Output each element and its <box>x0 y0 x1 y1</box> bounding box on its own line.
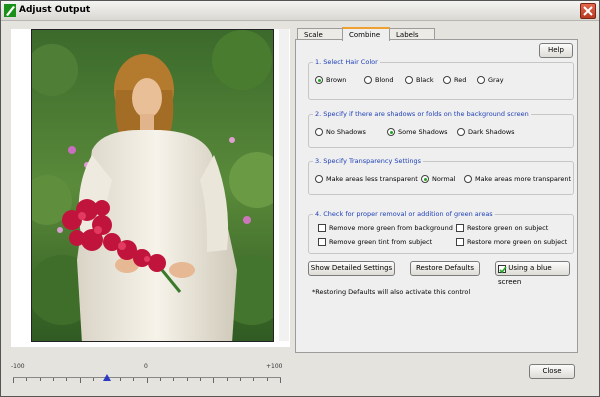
radio-brown[interactable]: Brown <box>315 76 346 84</box>
slider-thumb[interactable] <box>102 374 111 381</box>
close-icon[interactable] <box>580 3 596 19</box>
help-button[interactable]: Help <box>539 43 573 58</box>
show-detailed-settings-button[interactable]: Show Detailed Settings <box>308 261 395 276</box>
tab-combine[interactable]: Combine <box>342 27 390 41</box>
check-restore-more-green[interactable]: Restore more green on subject <box>456 238 567 246</box>
blue-screen-checkbox[interactable] <box>498 264 507 273</box>
radio-blond[interactable]: Blond <box>364 76 394 84</box>
settings-panel: Help 1. Select Hair Color Brown Blond Bl… <box>295 39 578 353</box>
restore-defaults-button[interactable]: Restore Defaults <box>410 261 480 276</box>
hair-color-title: 1. Select Hair Color <box>313 58 380 66</box>
check-remove-green-bg[interactable]: Remove more green from background <box>318 224 453 232</box>
hair-color-group: 1. Select Hair Color Brown Blond Black R… <box>308 58 574 100</box>
check-restore-green[interactable]: Restore green on subject <box>456 224 548 232</box>
preview-image <box>31 29 274 342</box>
slider-max-label: +100 <box>266 363 283 370</box>
adjust-slider[interactable]: -100 0 +100 <box>11 363 283 393</box>
preview-scrollbar[interactable] <box>279 29 289 341</box>
window-title: Adjust Output <box>19 5 91 15</box>
radio-dark-shadows[interactable]: Dark Shadows <box>457 128 515 136</box>
preview-pane <box>11 29 290 347</box>
app-icon <box>4 4 16 17</box>
radio-gray[interactable]: Gray <box>477 76 504 84</box>
restore-note: *Restoring Defaults will also activate t… <box>312 288 471 296</box>
slider-min-label: -100 <box>11 363 25 370</box>
radio-some-shadows[interactable]: Some Shadows <box>387 128 448 136</box>
transparency-title: 3. Specify Transparency Settings <box>313 157 424 165</box>
radio-more-transparent[interactable]: Make areas more transparent <box>464 175 571 183</box>
radio-no-shadows[interactable]: No Shadows <box>315 128 366 136</box>
slider-ticks <box>13 378 281 383</box>
shadows-group: 2. Specify if there are shadows or folds… <box>308 110 574 148</box>
green-areas-title: 4. Check for proper removal or addition … <box>313 210 495 218</box>
check-icon <box>499 266 507 273</box>
green-areas-group: 4. Check for proper removal or addition … <box>308 210 574 254</box>
radio-black[interactable]: Black <box>405 76 434 84</box>
radio-normal[interactable]: Normal <box>421 175 456 183</box>
close-button[interactable]: Close <box>529 364 575 379</box>
adjust-output-window: Adjust Output -100 0 +100 Combine Scale … <box>0 0 600 397</box>
transparency-group: 3. Specify Transparency Settings Make ar… <box>308 157 574 195</box>
radio-less-transparent[interactable]: Make areas less transparent <box>315 175 418 183</box>
title-bar[interactable]: Adjust Output <box>1 1 599 21</box>
check-remove-green-tint[interactable]: Remove green tint from subject <box>318 238 432 246</box>
blue-screen-toggle[interactable]: Using a blue screen <box>495 261 570 286</box>
radio-red[interactable]: Red <box>443 76 466 84</box>
slider-mid-label: 0 <box>144 363 148 370</box>
shadows-title: 2. Specify if there are shadows or folds… <box>313 110 531 118</box>
